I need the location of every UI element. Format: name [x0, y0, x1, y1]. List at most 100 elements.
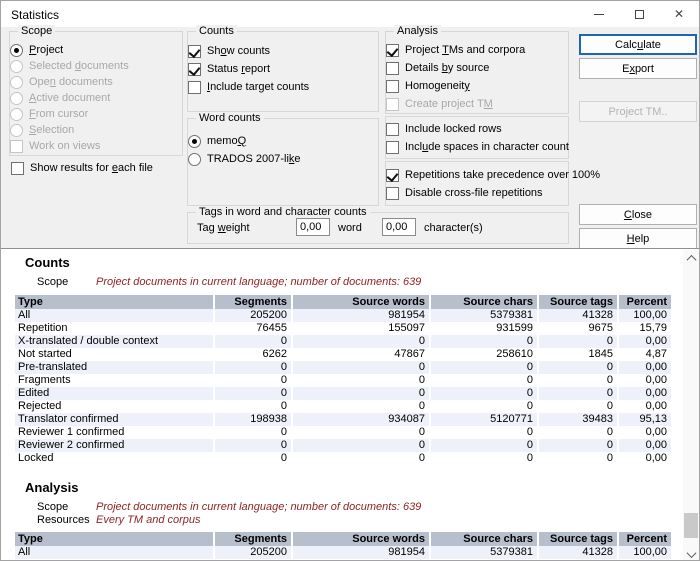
table-cell: 0 [431, 374, 537, 387]
radio-project-icon [10, 44, 23, 57]
table-cell: 0,00 [619, 335, 671, 348]
table-row: Fragments00000,00 [15, 374, 671, 387]
table-row: Repetition76455155097931599967515,79 [15, 322, 671, 335]
radio-open-documents-label: Open documents [29, 76, 113, 88]
counts-table: TypeSegmentsSource wordsSource charsSour… [13, 295, 673, 465]
checkbox-show-counts-icon [188, 45, 201, 58]
radio-from-cursor-label: From cursor [29, 108, 88, 120]
radio-project-label: Project [29, 44, 63, 56]
character-unit-label: character(s) [424, 222, 483, 234]
column-header: Percent [619, 532, 671, 546]
scope-group-label: Scope [18, 25, 55, 37]
checkbox-homogeneity[interactable]: Homogeneity [386, 79, 470, 93]
scroll-up-button[interactable] [683, 250, 699, 266]
table-cell: All [15, 546, 213, 559]
radio-trados-2007-like[interactable]: TRADOS 2007-like [188, 152, 301, 166]
table-row: Rejected00000,00 [15, 400, 671, 413]
counts-scope-value: Project documents in current language; n… [96, 276, 421, 288]
analysis-table: TypeSegmentsSource wordsSource charsSour… [13, 532, 673, 559]
radio-open-documents-icon [10, 76, 23, 89]
column-header: Type [15, 295, 213, 309]
help-button[interactable]: Help [579, 228, 697, 249]
minimize-button[interactable] [579, 1, 619, 27]
word-counts-groupbox: Word counts memoQ TRADOS 2007-like [187, 118, 379, 206]
table-row: All205200981954537938141328100,00 [15, 546, 671, 559]
checkbox-include-spaces[interactable]: Include spaces in character count [386, 140, 569, 154]
table-cell: 931599 [431, 322, 537, 335]
analysis-group-label: Analysis [394, 25, 441, 37]
export-button-label: Export [622, 63, 654, 75]
checkbox-include-target-counts[interactable]: Include target counts [188, 80, 309, 94]
table-cell: 934087 [293, 413, 429, 426]
radio-memoq[interactable]: memoQ [188, 134, 246, 148]
results-panel: Counts Scope Project documents in curren… [1, 248, 700, 561]
scrollbar-thumb[interactable] [684, 513, 698, 538]
table-cell: 0 [539, 439, 617, 452]
checkbox-include-locked-rows[interactable]: Include locked rows [386, 122, 502, 136]
table-cell: 0 [539, 452, 617, 465]
radio-selection-icon [10, 124, 23, 137]
help-button-label: Help [627, 233, 650, 245]
close-icon: ✕ [674, 8, 684, 20]
checkbox-details-by-source[interactable]: Details by source [386, 61, 489, 75]
counts-group-label: Counts [196, 25, 237, 37]
checkbox-status-report[interactable]: Status report [188, 62, 270, 76]
column-header: Source chars [431, 532, 537, 546]
table-cell: Reviewer 1 confirmed [15, 426, 213, 439]
checkbox-repetitions-precedence[interactable]: Repetitions take precedence over 100% [386, 168, 600, 182]
table-cell: 41328 [539, 546, 617, 559]
radio-trados-2007-like-icon [188, 153, 201, 166]
table-cell: Reviewer 2 confirmed [15, 439, 213, 452]
table-cell: 0 [293, 335, 429, 348]
table-row: Reviewer 2 confirmed00000,00 [15, 439, 671, 452]
radio-open-documents: Open documents [10, 75, 113, 89]
table-cell: 0 [215, 452, 291, 465]
scroll-down-button[interactable] [683, 546, 699, 561]
tag-weight-word-input[interactable] [296, 218, 330, 236]
radio-project[interactable]: Project [10, 43, 63, 57]
checkbox-include-spaces-icon [386, 141, 399, 154]
table-cell: 0 [215, 374, 291, 387]
table-cell: All [15, 309, 213, 322]
table-cell: 47867 [293, 348, 429, 361]
table-cell: 0 [293, 387, 429, 400]
radio-memoq-label: memoQ [207, 135, 246, 147]
checkbox-project-tms-corpora-icon [386, 44, 399, 57]
table-header-row: TypeSegmentsSource wordsSource charsSour… [15, 295, 671, 309]
table-row: Reviewer 1 confirmed00000,00 [15, 426, 671, 439]
table-row: Edited00000,00 [15, 387, 671, 400]
table-cell: Translator confirmed [15, 413, 213, 426]
table-cell: 0 [215, 387, 291, 400]
checkbox-disable-crossfile-repetitions[interactable]: Disable cross-file repetitions [386, 186, 543, 200]
counts-groupbox: Counts Show counts Status report Include… [187, 31, 379, 112]
table-cell: 41328 [539, 309, 617, 322]
radio-selected-documents-label: Selected documents [29, 60, 129, 72]
checkbox-show-results-each-file[interactable]: Show results for each file [11, 161, 153, 175]
tag-weight-char-input[interactable] [382, 218, 416, 236]
calculate-button[interactable]: Calculate [579, 34, 697, 55]
checkbox-show-results-each-file-label: Show results for each file [30, 162, 153, 174]
analysis-resources-label: Resources [37, 514, 90, 526]
radio-active-document-label: Active document [29, 92, 110, 104]
radio-selection: Selection [10, 123, 74, 137]
checkbox-show-counts[interactable]: Show counts [188, 44, 270, 58]
minimize-icon [594, 14, 604, 15]
maximize-button[interactable] [619, 1, 659, 27]
tags-groupbox: Tags in word and character counts Tag we… [187, 212, 569, 244]
checkbox-show-counts-label: Show counts [207, 45, 270, 57]
table-cell: 155097 [293, 322, 429, 335]
table-cell: 1845 [539, 348, 617, 361]
checkbox-project-tms-corpora[interactable]: Project TMs and corpora [386, 43, 525, 57]
column-header: Source tags [539, 295, 617, 309]
table-cell: 981954 [293, 309, 429, 322]
checkbox-repetitions-precedence-label: Repetitions take precedence over 100% [405, 169, 600, 181]
table-cell: 4,87 [619, 348, 671, 361]
vertical-scrollbar[interactable] [683, 250, 699, 561]
analysis-resources-value: Every TM and corpus [96, 514, 201, 526]
close-button[interactable]: ✕ [659, 1, 699, 27]
table-cell: 0 [431, 439, 537, 452]
export-button[interactable]: Export [579, 58, 697, 79]
table-cell: 0 [539, 400, 617, 413]
column-header: Source chars [431, 295, 537, 309]
close-dialog-button[interactable]: Close [579, 204, 697, 225]
